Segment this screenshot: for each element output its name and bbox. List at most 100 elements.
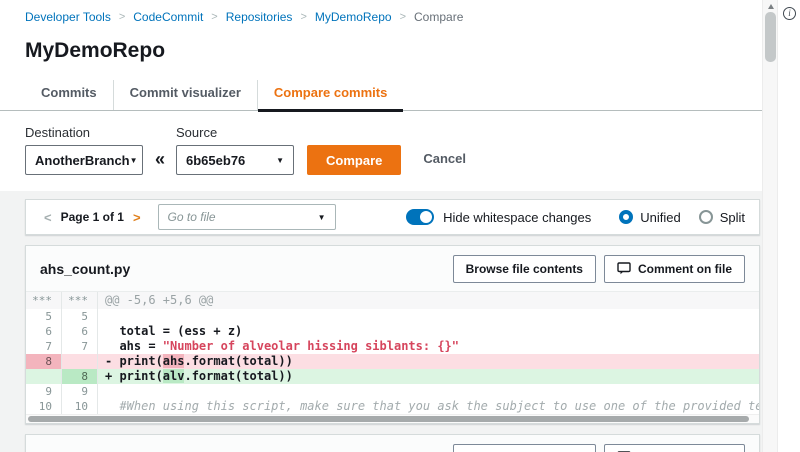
diff-line-content: total = (ess + z)	[98, 324, 759, 339]
breadcrumb: Developer Tools > CodeCommit > Repositories >…	[0, 0, 762, 24]
chevron-down-icon: ▼	[130, 156, 138, 165]
merge-direction-icon: «	[155, 149, 165, 170]
go-to-file-select[interactable]: Go to file ▼	[158, 204, 336, 230]
old-line-number: 9	[26, 384, 62, 399]
diff-line-content: ahs = "Number of alveolar hissing siblan…	[98, 339, 759, 354]
toggle-knob	[420, 211, 432, 223]
diff-row: 9 9	[26, 384, 759, 399]
breadcrumb-link[interactable]: Repositories	[226, 10, 293, 24]
new-line-number: 6	[62, 324, 98, 339]
comment-on-file-button[interactable]: Comment on file	[604, 255, 745, 283]
cancel-button[interactable]: Cancel	[423, 145, 466, 175]
page-header: Developer Tools > CodeCommit > Repositories >…	[0, 0, 762, 191]
old-line-number: ***	[26, 292, 62, 309]
diff-line-content	[98, 309, 759, 324]
code-segment: ahs =	[105, 339, 163, 353]
code-segment: + print(	[105, 369, 163, 383]
breadcrumb-separator-icon: >	[400, 11, 406, 23]
page-title: MyDemoRepo	[0, 24, 762, 63]
next-page-button[interactable]: >	[129, 210, 145, 225]
source-label: Source	[176, 125, 294, 140]
horizontal-scrollbar[interactable]	[26, 414, 759, 423]
new-line-number: ***	[62, 292, 98, 309]
new-line-number: 8	[62, 369, 98, 384]
file-name: ahs_count.py	[40, 261, 130, 277]
diff-line-content	[98, 384, 759, 399]
diff-table: *** *** @@ -5,6 +5,6 @@ 5 5 6 6 total = …	[26, 291, 759, 414]
old-line-number: 10	[26, 399, 62, 414]
diff-line-content: - print(ahs.format(total))	[98, 354, 759, 369]
diff-row: *** *** @@ -5,6 +5,6 @@	[26, 292, 759, 309]
diff-row: 6 6 total = (ess + z)	[26, 324, 759, 339]
go-to-file-placeholder: Go to file	[168, 210, 216, 224]
old-line-number: 5	[26, 309, 62, 324]
new-line-number	[62, 354, 98, 369]
chevron-down-icon: ▼	[276, 156, 284, 165]
file-diff-card: ahs_count.py Browse file contents Commen…	[25, 245, 760, 424]
comment-icon	[617, 262, 631, 275]
tab-commit-visualizer[interactable]: Commit visualizer	[113, 80, 257, 110]
browse-file-contents-button[interactable]: Browse file contents	[453, 255, 596, 283]
code-segment: alv	[163, 369, 185, 383]
code-segment: #When using this script, make sure that …	[105, 399, 759, 413]
file-header: anothernew/dir2/anothertest.txt Added Br…	[26, 435, 759, 452]
code-segment: "Number of alveolar hissing siblants: {}…	[163, 339, 459, 353]
new-line-number: 9	[62, 384, 98, 399]
view-mode-unified[interactable]: Unified	[619, 210, 680, 225]
code-segment: - print(	[105, 354, 163, 368]
file-header: ahs_count.py Browse file contents Commen…	[26, 246, 759, 291]
diff-row: 5 5	[26, 309, 759, 324]
hide-whitespace-label: Hide whitespace changes	[443, 210, 591, 225]
diff-toolbar: < Page 1 of 1 > Go to file ▼ Hide whites…	[25, 199, 760, 235]
content-area: < Page 1 of 1 > Go to file ▼ Hide whites…	[0, 191, 762, 452]
old-line-number: 6	[26, 324, 62, 339]
vertical-scrollbar-thumb[interactable]	[765, 12, 776, 62]
breadcrumb-separator-icon: >	[119, 11, 125, 23]
horizontal-scrollbar-thumb[interactable]	[28, 416, 749, 422]
tab-commits[interactable]: Commits	[25, 80, 113, 110]
radio-label: Split	[720, 210, 745, 225]
diff-line-content: @@ -5,6 +5,6 @@	[98, 292, 759, 309]
breadcrumb-link[interactable]: CodeCommit	[133, 10, 203, 24]
old-line-number: 8	[26, 354, 62, 369]
compare-controls: Destination AnotherBranch ▼ « Source 6b6…	[0, 111, 762, 191]
destination-field: Destination AnotherBranch ▼	[25, 125, 143, 175]
diff-row: 8 - print(ahs.format(total))	[26, 354, 759, 369]
info-icon[interactable]: i	[783, 7, 796, 20]
diff-line-content: #When using this script, make sure that …	[98, 399, 759, 414]
compare-button[interactable]: Compare	[307, 145, 401, 175]
chevron-down-icon: ▼	[318, 213, 326, 222]
breadcrumb-link[interactable]: MyDemoRepo	[315, 10, 392, 24]
help-panel-strip: i	[779, 0, 800, 452]
source-field: Source 6b65eb76 ▼	[176, 125, 294, 175]
browse-file-contents-button[interactable]: Browse file contents	[453, 444, 596, 452]
vertical-scrollbar[interactable]	[762, 0, 778, 452]
code-segment: total = (ess + z)	[105, 324, 242, 338]
code-segment: .format(total))	[184, 354, 292, 368]
hide-whitespace-toggle[interactable]	[406, 209, 434, 225]
previous-page-button[interactable]: <	[40, 210, 56, 225]
old-line-number	[26, 369, 62, 384]
diff-row: 7 7 ahs = "Number of alveolar hissing si…	[26, 339, 759, 354]
destination-label: Destination	[25, 125, 143, 140]
tab-compare-commits[interactable]: Compare commits	[257, 80, 403, 110]
view-mode-radio-group: Unified Split	[619, 210, 745, 225]
breadcrumb-link[interactable]: Developer Tools	[25, 10, 111, 24]
diff-row: 10 10 #When using this script, make sure…	[26, 399, 759, 414]
main-content: Developer Tools > CodeCommit > Repositories >…	[0, 0, 762, 452]
code-segment: @@ -5,6 +5,6 @@	[105, 293, 213, 307]
scroll-up-icon[interactable]	[768, 4, 774, 9]
diff-line-content: + print(alv.format(total))	[98, 369, 759, 384]
view-mode-split[interactable]: Split	[699, 210, 745, 225]
comment-on-file-button[interactable]: Comment on file	[604, 444, 745, 452]
source-select[interactable]: 6b65eb76 ▼	[176, 145, 294, 175]
new-line-number: 7	[62, 339, 98, 354]
file-diff-card: anothernew/dir2/anothertest.txt Added Br…	[25, 434, 760, 452]
breadcrumb-separator-icon: >	[211, 11, 217, 23]
radio-icon	[699, 210, 713, 224]
destination-select[interactable]: AnotherBranch ▼	[25, 145, 143, 175]
breadcrumb-separator-icon: >	[300, 11, 306, 23]
old-line-number: 7	[26, 339, 62, 354]
new-line-number: 10	[62, 399, 98, 414]
radio-label: Unified	[640, 210, 680, 225]
